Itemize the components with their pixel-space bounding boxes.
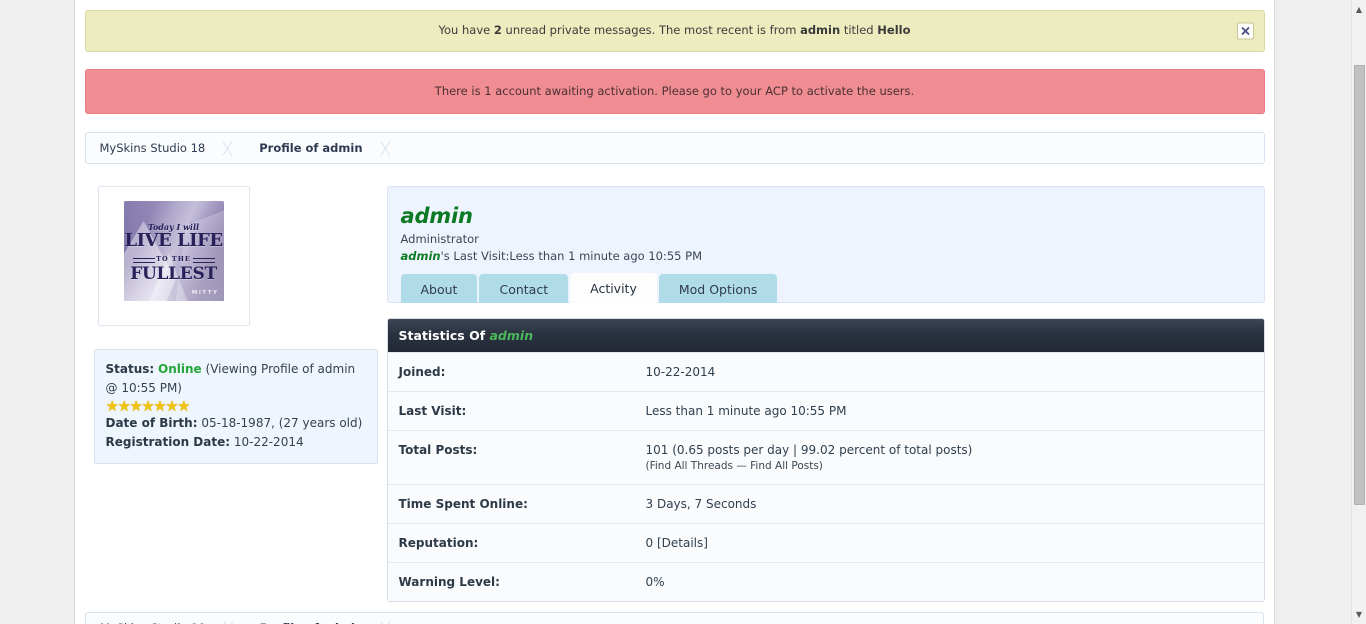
stat-value: Less than 1 minute ago 10:55 PM: [645, 404, 847, 419]
profile-main: admin Administrator admin's Last Visit:L…: [381, 186, 1265, 603]
status-label: Status:: [105, 362, 155, 377]
registration-value: 10-22-2014: [233, 434, 304, 449]
stat-value[interactable]: 0 [Details]: [646, 524, 1264, 562]
scrollbar-thumb[interactable]: [1354, 65, 1365, 505]
status-box: Status: Online (Viewing Profile of admin…: [93, 349, 378, 465]
avatar-watermark: MITTY: [191, 290, 219, 297]
breadcrumb: MySkins Studio 18 Profile of admin: [84, 132, 1265, 165]
tab-label: Activity: [590, 281, 637, 297]
scroll-up-arrow-icon[interactable]: ▲: [1352, 2, 1366, 17]
pm-notice-text-mid: unread private messages. The most recent…: [501, 23, 801, 37]
stat-label: Warning Level:: [398, 575, 500, 590]
stat-value-wrap: 101 (0.65 posts per day | 99.02 percent …: [646, 431, 1264, 484]
profile-layout: Today I will LIVE LIFE TO THE FULLEST MI…: [85, 186, 1265, 603]
stat-label: Reputation:: [398, 536, 479, 551]
tab-label: Contact: [499, 282, 549, 298]
profile-sidebar: Today I will LIVE LIFE TO THE FULLEST MI…: [85, 186, 381, 465]
pm-notice-count: 2: [493, 23, 502, 37]
avatar-text-live: LIVE LIFE: [124, 230, 223, 252]
breadcrumb-label: MySkins Studio 18: [99, 141, 206, 156]
avatar-text-fullest: FULLEST: [130, 264, 217, 285]
forum-page-container: You have 2 unread private messages. The …: [74, 0, 1275, 624]
profile-usertitle: Administrator: [400, 232, 479, 247]
avatar-box: Today I will LIVE LIFE TO THE FULLEST MI…: [97, 186, 250, 327]
dob-value: 05-18-1987, (27 years old): [201, 416, 363, 431]
reputation-stars: ★★★★★★★: [105, 397, 191, 416]
tab-label: Mod Options: [678, 282, 758, 298]
breadcrumb-item-home[interactable]: MySkins Studio 18: [86, 133, 222, 163]
breadcrumb-separator-icon: [221, 133, 245, 163]
table-row: Time Spent Online: 3 Days, 7 Seconds: [387, 484, 1264, 524]
breadcrumb-separator-icon: [379, 133, 403, 163]
breadcrumb-item-profile-bottom[interactable]: Profile of admin: [246, 613, 379, 624]
tab-label: About: [420, 282, 458, 298]
stat-label: Total Posts:: [398, 443, 478, 458]
breadcrumb-separator-icon: [379, 613, 403, 624]
scroll-down-arrow-icon[interactable]: ▼: [1352, 607, 1366, 622]
last-visit-text: 's Last Visit:Less than 1 minute ago 10:…: [440, 249, 702, 264]
stat-label: Joined:: [398, 365, 446, 380]
pm-notice-sender[interactable]: admin: [800, 23, 840, 37]
breadcrumb-separator-icon: [222, 613, 246, 624]
profile-tabs: About Contact Activity Mod Options: [400, 273, 780, 304]
stat-value: 10-22-2014: [645, 365, 716, 380]
table-row: Joined: 10-22-2014: [387, 352, 1264, 392]
stat-value: 101 (0.65 posts per day | 99.02 percent …: [645, 443, 973, 458]
avatar-reflection: [123, 301, 224, 324]
tab-activity[interactable]: Activity: [570, 273, 657, 304]
vertical-scrollbar[interactable]: ▲ ▼: [1351, 0, 1366, 624]
breadcrumb-item-profile[interactable]: Profile of admin: [245, 133, 378, 163]
tab-about[interactable]: About: [400, 274, 478, 304]
profile-last-visit: admin's Last Visit:Less than 1 minute ag…: [401, 249, 1264, 263]
stat-value-sublinks[interactable]: (Find All Threads — Find All Posts): [646, 460, 1254, 472]
status-line: Status: Online (Viewing Profile of admin…: [106, 360, 366, 397]
avatar-text-tothe: TO THE: [124, 255, 224, 264]
pm-notice-subject[interactable]: Hello: [877, 23, 910, 37]
private-message-notice: You have 2 unread private messages. The …: [84, 10, 1265, 52]
stat-label: Last Visit:: [398, 404, 467, 419]
profile-username: admin: [400, 204, 473, 229]
pm-notice-text-before: You have: [438, 23, 494, 37]
tab-mod-options[interactable]: Mod Options: [658, 274, 778, 304]
avatar[interactable]: Today I will LIVE LIFE TO THE FULLEST MI…: [123, 201, 224, 324]
stat-value: 3 Days, 7 Seconds: [645, 497, 757, 512]
browser-viewport: You have 2 unread private messages. The …: [0, 0, 1366, 624]
stat-value: 0%: [645, 575, 665, 590]
table-row: Reputation: 0 [Details]: [387, 523, 1264, 563]
profile-header-panel: admin Administrator admin's Last Visit:L…: [386, 186, 1265, 304]
statistics-header: Statistics Of admin: [387, 319, 1264, 353]
pm-notice-text-after: titled: [840, 23, 878, 37]
close-icon[interactable]: [1236, 22, 1254, 40]
activation-error-notice: There is 1 account awaiting activation. …: [84, 68, 1265, 115]
table-row: Last Visit: Less than 1 minute ago 10:55…: [387, 391, 1264, 431]
statistics-title-username: admin: [489, 328, 534, 344]
tab-contact[interactable]: Contact: [479, 274, 569, 304]
breadcrumb-label: Profile of admin: [259, 141, 363, 156]
table-row: Total Posts: 101 (0.65 posts per day | 9…: [387, 430, 1264, 485]
date-of-birth-line: Date of Birth: 05-18-1987, (27 years old…: [106, 414, 366, 433]
statistics-panel: Statistics Of admin Joined: 10-22-2014 L…: [386, 318, 1265, 603]
error-notice-text: There is 1 account awaiting activation. …: [434, 83, 915, 98]
page-inner: You have 2 unread private messages. The …: [84, 0, 1265, 603]
breadcrumb-item-home-bottom[interactable]: MySkins Studio 18: [86, 613, 222, 624]
last-visit-username: admin: [400, 249, 441, 264]
registration-date-line: Registration Date: 10-22-2014: [106, 433, 366, 452]
registration-label: Registration Date:: [105, 434, 231, 449]
statistics-title: Statistics Of: [398, 328, 490, 344]
avatar-photo: Today I will LIVE LIFE TO THE FULLEST MI…: [123, 201, 224, 302]
dob-label: Date of Birth:: [105, 416, 198, 431]
stat-label: Time Spent Online:: [398, 497, 528, 512]
table-row: Warning Level: 0%: [387, 562, 1264, 602]
breadcrumb-bottom: MySkins Studio 18 Profile of admin: [85, 612, 1264, 624]
status-value: Online: [158, 362, 202, 377]
